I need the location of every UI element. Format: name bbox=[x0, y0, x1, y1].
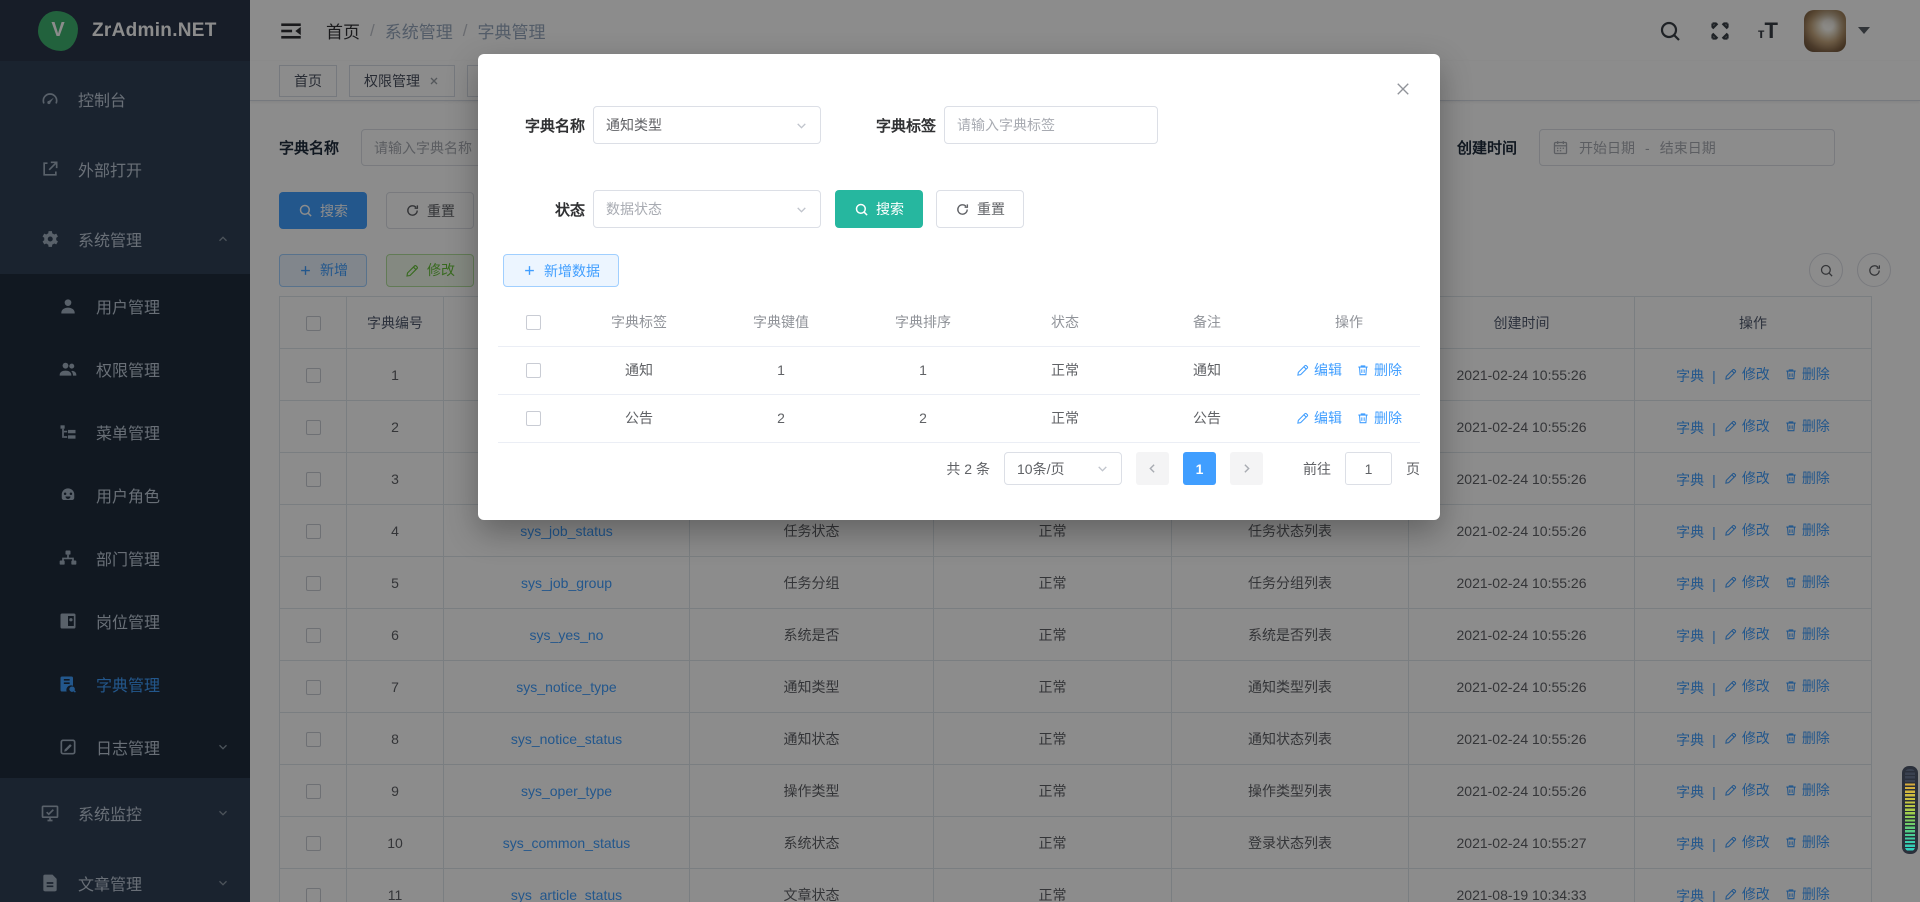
goto-label: 前往 bbox=[1303, 459, 1331, 479]
goto-page-input[interactable] bbox=[1345, 452, 1392, 485]
modal-search-label: 搜索 bbox=[876, 199, 904, 219]
modal-header-label: 字典标签 bbox=[568, 298, 710, 346]
prev-page-button[interactable] bbox=[1136, 452, 1169, 485]
modal-table-row: 通知 1 1 正常 通知 编辑删除 bbox=[498, 346, 1420, 394]
modal-add-data-button[interactable]: 新增数据 bbox=[503, 254, 619, 287]
modal-row-delete-link[interactable]: 删除 bbox=[1356, 360, 1402, 380]
modal-table-header-row: 字典标签 字典键值 字典排序 状态 备注 操作 bbox=[498, 298, 1420, 346]
modal-form-row-1: 字典名称 通知类型 字典标签 请输入字典标签 bbox=[505, 106, 1158, 144]
app-window: V ZrAdmin.NET 控制台外部打开系统管理用户管理权限管理菜单管理用户角… bbox=[0, 0, 1920, 902]
modal-pagination: 共 2 条 10条/页 1 前往 页 bbox=[478, 452, 1420, 485]
modal-row-edit-link[interactable]: 编辑 bbox=[1296, 360, 1342, 380]
modal-header-sort: 字典排序 bbox=[852, 298, 994, 346]
modal-row-checkbox[interactable] bbox=[526, 363, 541, 378]
modal-dict-name-label: 字典名称 bbox=[505, 115, 585, 136]
modal-dict-label-placeholder: 请输入字典标签 bbox=[957, 115, 1055, 135]
modal-dict-label-label: 字典标签 bbox=[856, 115, 936, 136]
modal-reset-label: 重置 bbox=[977, 199, 1005, 219]
modal-row-edit-link[interactable]: 编辑 bbox=[1296, 408, 1342, 428]
page-number-1[interactable]: 1 bbox=[1183, 452, 1216, 485]
cell-dict-sort: 1 bbox=[852, 346, 994, 394]
pencil-icon bbox=[1296, 411, 1310, 425]
modal-form-row-2: 状态 数据状态 搜索 重置 bbox=[505, 190, 1024, 228]
trash-icon bbox=[1356, 363, 1370, 377]
modal-row-checkbox[interactable] bbox=[526, 411, 541, 426]
cell-dict-status: 正常 bbox=[994, 346, 1136, 394]
trash-icon bbox=[1356, 411, 1370, 425]
pagination-total: 共 2 条 bbox=[946, 459, 990, 479]
next-page-button[interactable] bbox=[1230, 452, 1263, 485]
cell-dict-value: 1 bbox=[710, 346, 852, 394]
modal-table-row: 公告 2 2 正常 公告 编辑删除 bbox=[498, 394, 1420, 442]
modal-status-placeholder: 数据状态 bbox=[606, 199, 662, 219]
modal-header-ops: 操作 bbox=[1278, 298, 1420, 346]
scrollbar-indicator[interactable] bbox=[1902, 766, 1918, 854]
modal-header-status: 状态 bbox=[994, 298, 1136, 346]
modal-dict-name-select[interactable]: 通知类型 bbox=[593, 106, 821, 144]
modal-dict-label-input[interactable]: 请输入字典标签 bbox=[944, 106, 1158, 144]
dict-data-modal: 字典名称 通知类型 字典标签 请输入字典标签 状态 数据状态 搜索 重置 bbox=[478, 54, 1440, 520]
pencil-icon bbox=[1296, 363, 1310, 377]
cell-dict-ops: 编辑删除 bbox=[1278, 346, 1420, 394]
page-size-value: 10条/页 bbox=[1017, 459, 1064, 479]
modal-header-remark: 备注 bbox=[1136, 298, 1278, 346]
chevron-down-icon bbox=[795, 119, 808, 132]
cell-dict-label: 公告 bbox=[568, 394, 710, 442]
chevron-down-icon bbox=[795, 203, 808, 216]
modal-row-select-cell bbox=[498, 346, 568, 394]
modal-reset-button[interactable]: 重置 bbox=[936, 190, 1024, 228]
cell-dict-sort: 2 bbox=[852, 394, 994, 442]
modal-row-select-cell bbox=[498, 394, 568, 442]
modal-add-data-label: 新增数据 bbox=[544, 261, 600, 281]
cell-dict-value: 2 bbox=[710, 394, 852, 442]
page-unit-label: 页 bbox=[1406, 459, 1420, 479]
modal-dict-name-value: 通知类型 bbox=[606, 115, 662, 135]
modal-dict-data-table: 字典标签 字典键值 字典排序 状态 备注 操作 通知 1 1 正常 通知 编辑删… bbox=[498, 298, 1420, 443]
modal-status-label: 状态 bbox=[505, 199, 585, 220]
cell-dict-remark: 公告 bbox=[1136, 394, 1278, 442]
cell-dict-label: 通知 bbox=[568, 346, 710, 394]
modal-search-button[interactable]: 搜索 bbox=[835, 190, 923, 228]
page-size-select[interactable]: 10条/页 bbox=[1004, 452, 1122, 485]
cell-dict-status: 正常 bbox=[994, 394, 1136, 442]
modal-close-icon[interactable] bbox=[1394, 80, 1412, 98]
chevron-down-icon bbox=[1096, 462, 1109, 475]
modal-status-select[interactable]: 数据状态 bbox=[593, 190, 821, 228]
modal-select-all-checkbox[interactable] bbox=[526, 315, 541, 330]
cell-dict-remark: 通知 bbox=[1136, 346, 1278, 394]
modal-table-body: 通知 1 1 正常 通知 编辑删除 公告 2 2 正常 公告 编辑删除 bbox=[498, 346, 1420, 442]
modal-select-all-cell bbox=[498, 298, 568, 346]
modal-header-value: 字典键值 bbox=[710, 298, 852, 346]
cell-dict-ops: 编辑删除 bbox=[1278, 394, 1420, 442]
modal-row-delete-link[interactable]: 删除 bbox=[1356, 408, 1402, 428]
scrollbar-stripes bbox=[1905, 769, 1915, 851]
